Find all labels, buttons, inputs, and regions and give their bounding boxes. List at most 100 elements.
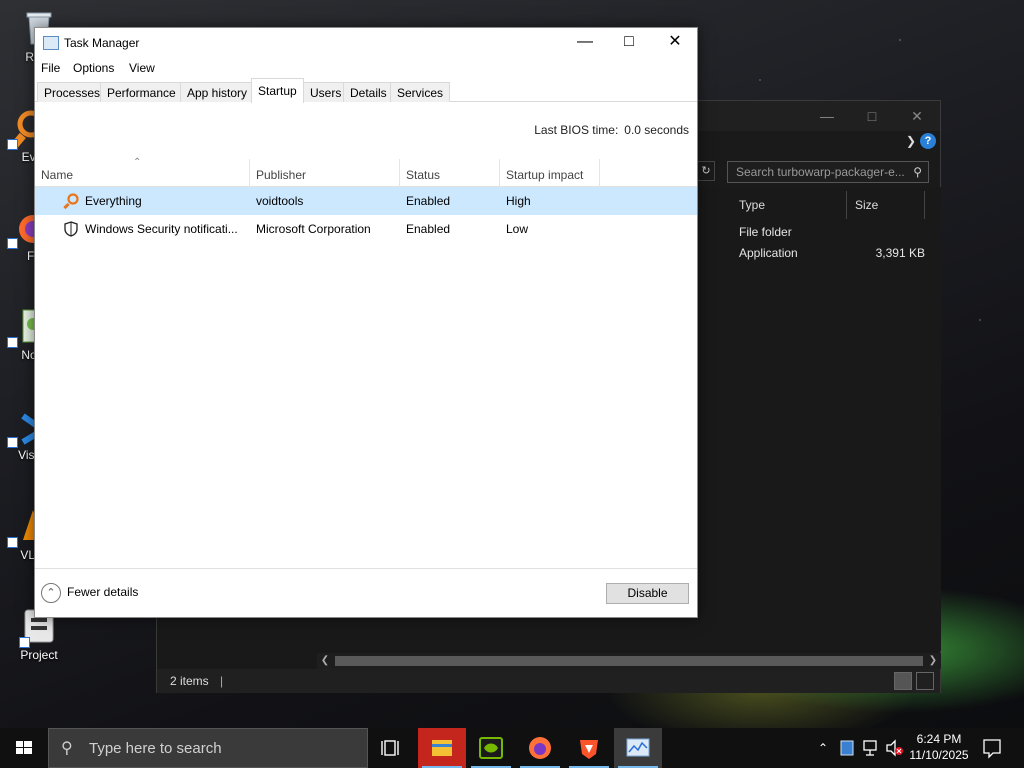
column-header-name-label: Name [41, 168, 74, 182]
taskbar-file-explorer[interactable] [418, 728, 466, 768]
tab-details[interactable]: Details [343, 82, 394, 102]
startup-column-headers: ⌃ Name Publisher Status Startup impact [35, 157, 697, 187]
search-icon: ⚲ [913, 165, 922, 179]
volume-muted-icon[interactable] [884, 728, 904, 768]
start-button[interactable] [0, 728, 48, 768]
startup-row[interactable]: Everything voidtools Enabled High [35, 187, 697, 215]
large-icons-view-icon[interactable] [916, 672, 934, 690]
column-header-status[interactable]: Status [400, 159, 500, 187]
app-startup-impact: High [506, 194, 531, 208]
taskbar-nvidia[interactable] [467, 728, 515, 768]
tab-services[interactable]: Services [390, 82, 451, 102]
clock-date: 11/10/2025 [909, 748, 969, 762]
tab-processes[interactable]: Processes [37, 82, 108, 102]
file-size-cell: 3,391 KB [875, 246, 925, 260]
tray-app-icon[interactable] [838, 728, 856, 768]
taskbar-search-box[interactable]: ⚲ Type here to search [48, 728, 368, 768]
search-icon: ⚲ [61, 740, 73, 757]
fewer-details-label: Fewer details [67, 585, 139, 600]
task-manager-app-icon [43, 36, 59, 50]
app-publisher: Microsoft Corporation [256, 222, 371, 236]
bios-label: Last BIOS time: [534, 123, 619, 137]
menu-view[interactable]: View [129, 61, 155, 75]
task-manager-window[interactable]: Task Manager — □ ✕ File Options View Pro… [34, 27, 698, 618]
shortcut-arrow-icon [7, 437, 18, 448]
windows-security-shield-icon [63, 221, 79, 237]
task-view-icon [381, 740, 399, 756]
explorer-search-placeholder: Search turbowarp-packager-e... [736, 165, 905, 179]
maximize-icon[interactable]: □ [606, 28, 652, 56]
close-icon[interactable]: ✕ [897, 106, 937, 126]
clock-time: 6:24 PM [916, 732, 962, 746]
file-type-cell: File folder [739, 225, 792, 239]
app-name: Windows Security notificati... [85, 222, 238, 236]
everything-search-icon [63, 193, 79, 210]
refresh-icon[interactable]: ↻ [697, 161, 715, 181]
minimize-icon[interactable]: — [562, 28, 608, 56]
tab-startup[interactable]: Startup [251, 78, 304, 103]
help-icon[interactable]: ? [920, 133, 936, 149]
taskbar-brave[interactable] [565, 728, 613, 768]
fewer-details-button[interactable]: ⌃ Fewer details [41, 583, 138, 603]
brave-icon [580, 740, 598, 759]
task-manager-footer: ⌃ Fewer details Disable [35, 568, 697, 617]
minimize-icon[interactable]: — [807, 106, 847, 126]
windows-logo-icon [16, 741, 32, 754]
app-name: Everything [85, 194, 142, 208]
column-header-startup-impact[interactable]: Startup impact [500, 159, 600, 187]
column-header-size[interactable]: Size [847, 191, 925, 219]
scroll-left-icon[interactable]: ❮ [317, 653, 333, 669]
scroll-right-icon[interactable]: ❯ [925, 653, 941, 669]
tab-performance[interactable]: Performance [100, 82, 183, 102]
shortcut-arrow-icon [7, 139, 18, 150]
menu-bar: File Options View [35, 58, 697, 78]
task-manager-icon [626, 738, 650, 757]
desktop-icon-label: Project [20, 648, 58, 662]
notifications-icon[interactable] [980, 728, 1004, 768]
app-status: Enabled [406, 222, 451, 236]
taskbar-firefox[interactable] [516, 728, 564, 768]
shortcut-arrow-icon [7, 537, 18, 548]
disable-button[interactable]: Disable [606, 583, 689, 604]
maximize-icon[interactable]: □ [852, 106, 892, 126]
close-icon[interactable]: ✕ [652, 28, 698, 56]
status-divider: | [220, 674, 224, 688]
window-title: Task Manager [64, 36, 140, 50]
shortcut-arrow-icon [7, 337, 18, 348]
app-startup-impact: Low [506, 222, 529, 236]
file-explorer-icon [432, 740, 452, 756]
explorer-status-bar: 2 items | [157, 669, 940, 693]
bios-value: 0.0 seconds [624, 123, 689, 137]
column-header-name[interactable]: ⌃ Name [35, 157, 250, 187]
item-count: 2 items [170, 674, 209, 688]
last-bios-time: Last BIOS time: 0.0 seconds [534, 123, 689, 137]
menu-file[interactable]: File [41, 61, 60, 75]
horizontal-scrollbar[interactable]: ❮ ❯ [317, 653, 941, 669]
sort-ascending-icon: ⌃ [133, 157, 142, 168]
tab-strip: Processes Performance App history Startu… [35, 78, 697, 103]
tab-users[interactable]: Users [303, 82, 349, 102]
shortcut-arrow-icon [7, 238, 18, 249]
details-view-icon[interactable] [894, 672, 912, 690]
firefox-icon [529, 737, 551, 759]
startup-row[interactable]: Windows Security notificati... Microsoft… [35, 215, 697, 243]
explorer-search-input[interactable]: Search turbowarp-packager-e... ⚲ [727, 161, 929, 183]
tab-app-history[interactable]: App history [180, 82, 255, 102]
network-icon[interactable] [862, 728, 882, 768]
task-manager-title-bar[interactable]: Task Manager — □ ✕ [35, 28, 697, 58]
column-header-type[interactable]: Type [731, 191, 847, 219]
file-type-cell: Application [739, 246, 798, 260]
menu-options[interactable]: Options [73, 61, 114, 75]
task-view-button[interactable] [368, 728, 416, 768]
taskbar-task-manager[interactable] [614, 728, 662, 768]
scrollbar-thumb[interactable] [335, 656, 923, 666]
column-header-publisher[interactable]: Publisher [250, 159, 400, 187]
shortcut-arrow-icon [19, 637, 30, 648]
nvidia-icon [479, 737, 503, 759]
show-hidden-icons-chevron-icon[interactable]: ⌃ [814, 728, 832, 768]
ribbon-expand-chevron-icon[interactable]: ❯ [906, 134, 916, 148]
app-publisher: voidtools [256, 194, 304, 208]
taskbar: ⚲ Type here to search ⌃ 6:24 PM 11/10/20… [0, 728, 1024, 768]
chevron-up-icon: ⌃ [41, 583, 61, 603]
system-clock[interactable]: 6:24 PM 11/10/2025 [904, 731, 974, 763]
